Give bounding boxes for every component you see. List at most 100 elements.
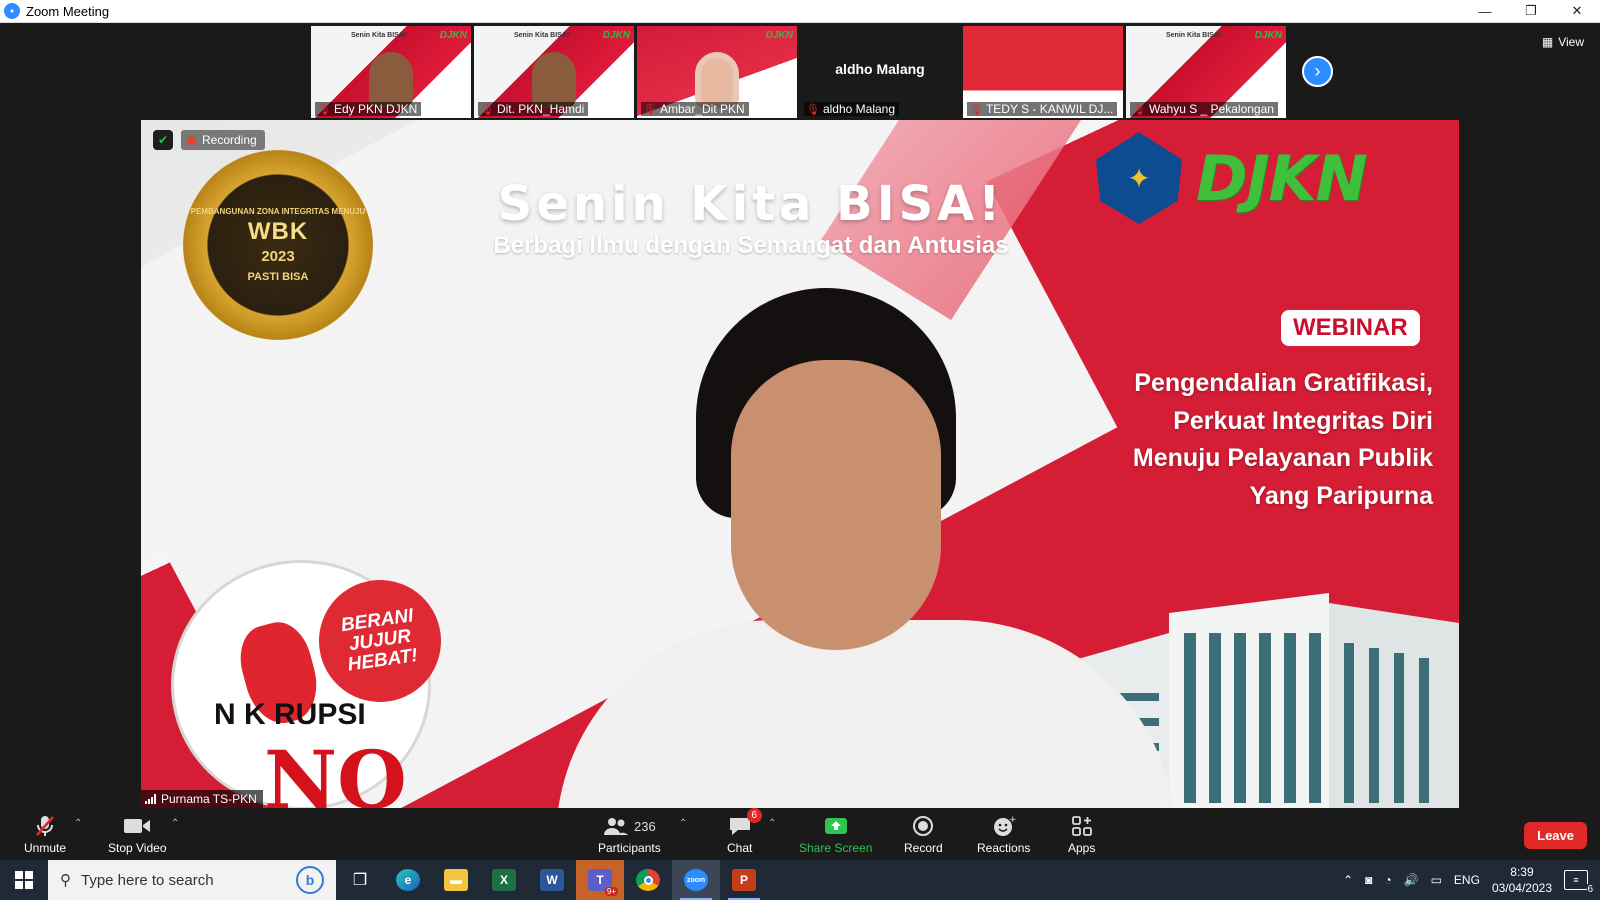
badge-main-text: WBK <box>247 218 309 245</box>
badge-year: 2023 <box>261 248 295 265</box>
participant-name-tag: 🎙 Dit. PKN_Hamdi <box>478 102 589 116</box>
participant-name-tag: 🎙 TEDY S - KANWIL DJ... <box>967 102 1118 116</box>
badge-bottom-text: PASTI BISA <box>247 271 309 283</box>
mic-muted-icon <box>34 814 56 838</box>
chat-caret-icon[interactable]: ⌃ <box>768 818 776 829</box>
participant-name: Ambar_Dit PKN <box>659 102 745 116</box>
video-options-caret-icon[interactable]: ⌃ <box>171 818 179 829</box>
grid-view-icon: ▦ <box>1541 35 1554 49</box>
taskbar-search-box[interactable]: ⚲ Type here to search b <box>48 860 336 900</box>
notification-count: 6 <box>1587 884 1593 895</box>
edge-taskbar-button[interactable]: e <box>384 860 432 900</box>
windows-taskbar: ⚲ Type here to search b ❒ e ▬ X W T 9+ z… <box>0 860 1600 900</box>
clock-date: 03/04/2023 <box>1491 881 1552 895</box>
recording-label: Recording <box>202 133 257 147</box>
folder-icon: ▬ <box>444 869 468 891</box>
thumb-slide-logo: DJKN <box>765 30 793 41</box>
language-indicator[interactable]: ENG <box>1454 873 1480 887</box>
participant-thumbnail[interactable]: aldho Malang 🎙 aldho Malang <box>800 26 960 118</box>
thumb-slide-logo: DJKN <box>1254 30 1282 41</box>
apps-grid-icon <box>1071 814 1093 838</box>
participants-caret-icon[interactable]: ⌃ <box>679 818 687 829</box>
speaker-name-tag: Purnama TS-PKN <box>141 790 263 808</box>
mic-muted-icon: 🎙 <box>1132 103 1146 116</box>
participant-video <box>369 52 413 108</box>
participant-thumbnail[interactable]: Senin Kita BISA! DJKN 🎙 Edy PKN DJKN <box>311 26 471 118</box>
reactions-button[interactable]: + Reactions <box>977 814 1030 855</box>
participant-thumbnail[interactable]: Senin Kita BISA! DJKN 🎙 Dit. PKN_Hamdi <box>474 26 634 118</box>
apps-button[interactable]: Apps <box>1068 814 1095 855</box>
leave-button[interactable]: Leave <box>1524 822 1587 849</box>
minimize-button[interactable]: — <box>1462 0 1508 23</box>
slide-subheadline: Berbagi Ilmu dengan Semangat dan Antusia… <box>493 232 1009 259</box>
participant-thumbnail[interactable]: Senin Kita BISA! DJKN 🎙 Wahyu S _ Pekalon… <box>1126 26 1286 118</box>
participant-thumbnail-strip: Senin Kita BISA! DJKN 🎙 Edy PKN DJKN Seni… <box>311 26 1286 118</box>
participants-button[interactable]: 236 Participants <box>598 814 661 855</box>
bing-icon[interactable]: b <box>296 866 324 894</box>
notification-center-icon[interactable]: ≡ 6 <box>1564 870 1593 895</box>
zoom-taskbar-button[interactable]: zoom <box>672 860 720 900</box>
task-view-button[interactable]: ❒ <box>336 860 384 900</box>
view-button[interactable]: ▦ View <box>1542 35 1584 49</box>
excel-icon: X <box>492 869 516 891</box>
recording-pill[interactable]: Recording <box>181 130 265 150</box>
powerpoint-taskbar-button[interactable]: P <box>720 860 768 900</box>
mic-muted-icon: 🎙 <box>969 103 983 116</box>
slide-headline: Senin Kita BISA! <box>497 176 1005 232</box>
topic-line: Yang Paripurna <box>1249 481 1433 510</box>
mic-muted-icon: 🎙 <box>806 103 820 116</box>
thumb-slide-title: Senin Kita BISA! <box>351 32 407 39</box>
chevron-right-icon: › <box>1314 61 1321 81</box>
wifi-icon[interactable]: ◔ <box>1384 873 1391 887</box>
thumb-slide-title: Senin Kita BISA! <box>1166 32 1222 39</box>
unmute-button[interactable]: Unmute <box>24 814 66 855</box>
recording-indicator: ✔ Recording <box>153 130 265 150</box>
participant-video <box>532 52 576 108</box>
share-screen-button[interactable]: Share Screen <box>799 814 872 855</box>
next-page-button[interactable]: › <box>1302 56 1333 87</box>
tray-chevron-up-icon[interactable]: ⌃ <box>1343 873 1353 887</box>
chat-label: Chat <box>727 841 753 855</box>
volume-icon[interactable]: 🔊 <box>1404 873 1419 887</box>
chrome-icon <box>636 869 660 891</box>
search-icon: ⚲ <box>60 872 71 889</box>
participant-name-tag: 🎙 Edy PKN DJKN <box>315 102 422 116</box>
big-no-text: NO <box>264 733 407 808</box>
taskbar-clock[interactable]: 8:39 03/04/2023 <box>1492 864 1552 896</box>
audio-options-caret-icon[interactable]: ⌃ <box>74 818 82 829</box>
video-camera-icon <box>123 814 151 838</box>
teams-taskbar-button[interactable]: T 9+ <box>576 860 624 900</box>
participant-thumbnail[interactable]: DJKN 🎙 Ambar_Dit PKN <box>637 26 797 118</box>
webcam-icon[interactable]: ◙ <box>1365 873 1372 887</box>
mic-muted-icon: 🎙 <box>643 103 657 116</box>
participants-label: Participants <box>598 841 661 855</box>
participants-count: 236 <box>634 818 656 834</box>
restore-button[interactable]: ❐ <box>1508 0 1554 23</box>
participant-video <box>695 52 739 108</box>
participant-name: aldho Malang <box>822 102 896 116</box>
record-button[interactable]: Record <box>904 814 943 855</box>
security-shield-icon[interactable]: ✔ <box>153 130 173 150</box>
close-button[interactable]: ✕ <box>1554 0 1600 23</box>
webinar-topic: Pengendalian Gratifikasi, Perkuat Integr… <box>1133 365 1433 515</box>
powerpoint-icon: P <box>732 869 756 891</box>
participant-thumbnail[interactable]: 🎙 TEDY S - KANWIL DJ... <box>963 26 1123 118</box>
badge-top-text: PEMBANGUNAN ZONA INTEGRITAS MENUJU <box>190 207 366 216</box>
zoom-app-icon: ● <box>4 3 20 19</box>
display-icon[interactable]: ▭ <box>1431 873 1442 887</box>
mic-muted-icon: 🎙 <box>317 103 331 116</box>
stop-video-label: Stop Video <box>108 841 167 855</box>
chrome-taskbar-button[interactable] <box>624 860 672 900</box>
zoom-icon: zoom <box>684 869 708 891</box>
topic-line: Perkuat Integritas Diri <box>1173 406 1433 435</box>
word-taskbar-button[interactable]: W <box>528 860 576 900</box>
chat-button[interactable]: 6 Chat <box>727 808 762 855</box>
explorer-taskbar-button[interactable]: ▬ <box>432 860 480 900</box>
thumb-slide-logo: DJKN <box>439 30 467 41</box>
participants-icon: 236 <box>603 814 656 838</box>
excel-taskbar-button[interactable]: X <box>480 860 528 900</box>
share-screen-label: Share Screen <box>799 841 873 855</box>
djkn-logo: DJKN <box>1196 142 1367 215</box>
start-button[interactable] <box>0 860 48 900</box>
stop-video-button[interactable]: Stop Video <box>108 814 167 855</box>
